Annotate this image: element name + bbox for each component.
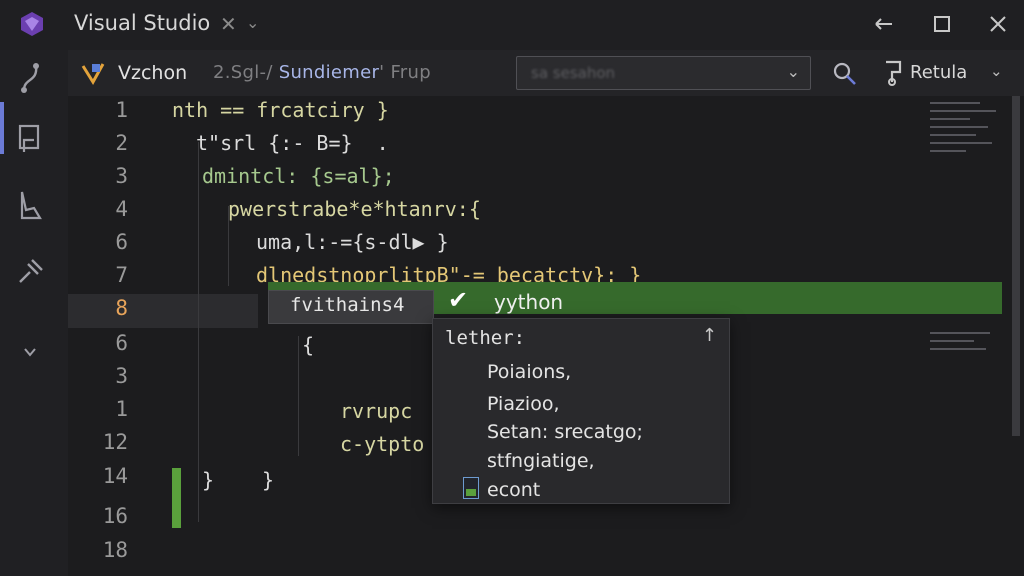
- indent-guide: [198, 142, 199, 522]
- run-chevron-icon[interactable]: ⌄: [990, 62, 1003, 80]
- file-type-icon: [81, 63, 105, 85]
- run-button[interactable]: Retula: [910, 62, 967, 83]
- debug-icon[interactable]: [14, 188, 46, 224]
- search-icon[interactable]: [830, 59, 860, 89]
- code-line-cytpto: c-ytpto: [340, 432, 425, 456]
- checkmark-icon[interactable]: ✔: [448, 286, 468, 314]
- code-line-4: pwerstrabe*e*htanrv:{: [228, 197, 481, 221]
- line-number-current: 8: [115, 296, 128, 320]
- breadcrumb[interactable]: 2.Sgl-/ Sundiemer' Frup: [213, 62, 431, 83]
- maximize-icon[interactable]: [928, 10, 956, 38]
- window-title: Visual Studio: [74, 11, 211, 35]
- code-line-brace-close-outer: }: [202, 468, 215, 492]
- minimap-line: [930, 348, 986, 350]
- completion-item[interactable]: Poiaions,: [487, 361, 571, 383]
- minimap-line: [930, 126, 988, 128]
- minimap-line: [930, 332, 990, 334]
- line-number: 12: [102, 430, 128, 454]
- snippet-icon: [463, 477, 479, 499]
- visual-studio-logo-icon[interactable]: [18, 10, 46, 38]
- suggestion-label[interactable]: yython: [494, 290, 563, 314]
- line-number: 6: [115, 331, 128, 355]
- line-number: 6: [115, 230, 128, 254]
- tab-close-icon[interactable]: ✕: [220, 12, 237, 36]
- minimap-line: [930, 102, 980, 104]
- active-file-name[interactable]: Vzchon: [118, 62, 187, 84]
- minimize-icon[interactable]: [870, 10, 898, 38]
- code-line-brace-close: }: [262, 468, 275, 492]
- title-bar: Visual Studio ✕ ⌄: [0, 0, 1024, 50]
- line-number: 14: [102, 464, 128, 488]
- vertical-scrollbar[interactable]: [1012, 96, 1020, 436]
- completion-item[interactable]: econt: [487, 479, 540, 501]
- line-number: 16: [102, 504, 128, 528]
- breadcrumb-suffix: ' Frup: [379, 62, 431, 83]
- line-number: 7: [115, 263, 128, 287]
- minimap-line: [930, 150, 966, 152]
- line-number: 1: [115, 397, 128, 421]
- completion-item[interactable]: stfngiatige,: [487, 450, 595, 472]
- line-number: 2: [115, 131, 128, 155]
- completion-header: lether:: [445, 327, 526, 349]
- configuration-dropdown-value: sa sesahon: [531, 64, 616, 82]
- minimap-line: [930, 142, 992, 144]
- close-icon[interactable]: [984, 10, 1012, 38]
- change-marker: [172, 468, 181, 528]
- completion-popup: lether: ↑ Poiaions, Piazioo, Setan: srec…: [432, 318, 730, 504]
- line-number: 1: [115, 98, 128, 122]
- inline-input-text: fvithains4: [290, 294, 405, 316]
- run-icon[interactable]: [880, 58, 906, 86]
- line-number: 4: [115, 197, 128, 221]
- minimap-line: [930, 134, 976, 136]
- activity-bar: [0, 50, 68, 576]
- line-number: 3: [115, 164, 128, 188]
- explorer-icon[interactable]: [14, 122, 46, 158]
- line-number: 3: [115, 364, 128, 388]
- configuration-dropdown[interactable]: sa sesahon ⌄: [516, 56, 811, 90]
- line-number: 18: [102, 538, 128, 562]
- completion-item[interactable]: Piazioo,: [487, 393, 560, 415]
- indent-guide: [298, 336, 299, 456]
- minimap[interactable]: [926, 96, 1006, 576]
- chevron-down-icon[interactable]: ⌄: [787, 62, 800, 81]
- code-line-brace-open: {: [302, 333, 315, 357]
- source-control-icon[interactable]: [14, 60, 46, 96]
- minimap-line: [930, 118, 970, 120]
- code-line-6: uma,l:-={s-dl▶ }: [256, 230, 449, 254]
- activity-selection-indicator: [0, 102, 4, 154]
- completion-item[interactable]: Setan: srecatgo;: [487, 421, 643, 443]
- minimap-line: [930, 340, 974, 342]
- tab-menu-chevron-icon[interactable]: ⌄: [246, 13, 259, 32]
- code-line-1: nth == frcatciry }: [172, 98, 389, 122]
- editor-toolbar: Vzchon 2.Sgl-/ Sundiemer' Frup sa sesaho…: [68, 50, 1024, 96]
- code-line-rvrupc: rvrupc: [340, 399, 413, 423]
- minimap-line: [930, 110, 996, 112]
- extensions-icon[interactable]: [14, 254, 46, 290]
- code-line-2: t"srl {:- B=} .: [196, 131, 389, 155]
- code-line-3: dmintcl: {s=al};: [202, 164, 395, 188]
- breadcrumb-current[interactable]: Sundiemer: [279, 62, 379, 83]
- up-arrow-icon[interactable]: ↑: [702, 325, 717, 346]
- breadcrumb-prefix: 2.Sgl-/: [213, 62, 273, 83]
- more-chevron-icon[interactable]: [20, 342, 40, 362]
